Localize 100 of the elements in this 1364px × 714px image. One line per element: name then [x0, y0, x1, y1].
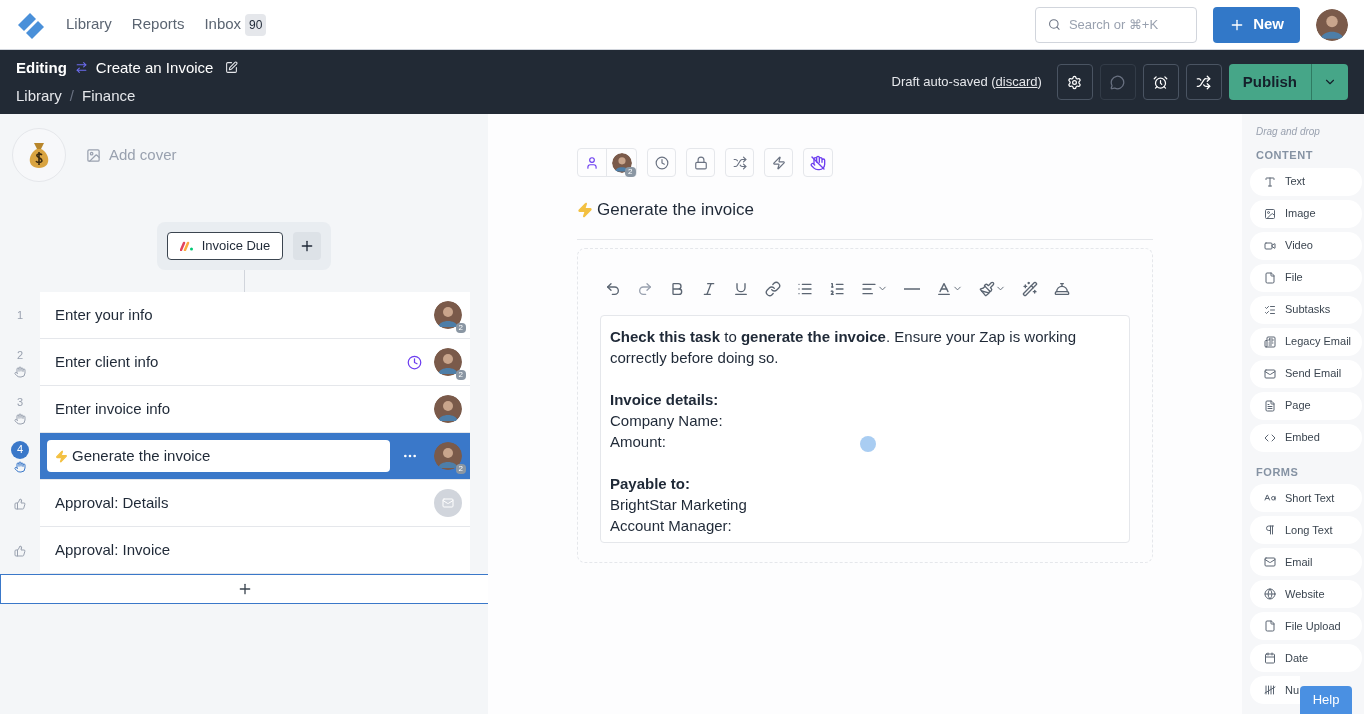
content-line: BrightStar Marketing — [610, 494, 747, 515]
breadcrumb-separator: / — [69, 86, 75, 106]
palette-item-label: Nu — [1285, 682, 1300, 698]
envelope-icon — [1264, 556, 1276, 568]
automation-button[interactable] — [764, 148, 793, 177]
breadcrumb-link[interactable]: Finance — [82, 85, 136, 108]
palette-item-label: Video — [1285, 238, 1313, 254]
globe-icon — [1264, 588, 1276, 600]
palette-item-label: Page — [1285, 398, 1311, 414]
palette-item-label: Website — [1285, 586, 1325, 602]
palette-item-label: Email — [1285, 554, 1313, 570]
palette-item-label: File — [1285, 270, 1303, 286]
discard-link[interactable]: discard — [995, 74, 1038, 90]
add-step-button[interactable] — [0, 574, 489, 604]
palette-item[interactable]: Short Text — [1250, 484, 1362, 512]
palette-item[interactable]: File — [1250, 263, 1362, 292]
underline-icon — [733, 280, 749, 297]
permissions-button[interactable] — [686, 148, 715, 177]
workflow-icon — [74, 61, 88, 75]
palette-item[interactable]: Long Text — [1250, 516, 1362, 544]
page-icon — [1264, 399, 1276, 412]
nav-link[interactable]: Reports — [131, 13, 185, 36]
text-icon — [1264, 175, 1276, 188]
nav-link[interactable]: Inbox 90 — [204, 13, 267, 36]
editing-label: Editing — [16, 57, 67, 78]
search-input[interactable]: Search or ⌘+K — [1068, 14, 1185, 35]
step-row[interactable]: Enter your info 2 — [40, 292, 470, 339]
envelope-icon — [1264, 367, 1276, 380]
comment-icon — [1110, 74, 1126, 90]
palette-item[interactable]: Subtasks — [1250, 295, 1362, 324]
palette-item-label: Text — [1285, 174, 1306, 190]
content-line: Account Manager: — [610, 515, 732, 536]
palette-item-label: Image — [1285, 206, 1316, 222]
lightning-icon — [55, 449, 68, 463]
nav-link[interactable]: Library — [66, 13, 112, 36]
palette-item[interactable]: Embed — [1250, 423, 1362, 452]
step-row[interactable]: Generate the invoice 2 — [40, 433, 470, 480]
draft-status: Draft auto-saved (discard) — [891, 73, 1042, 92]
shuffle-button[interactable] — [1185, 64, 1222, 100]
settings-button[interactable] — [1056, 64, 1093, 100]
hand-off-icon — [810, 154, 826, 171]
due-date-button[interactable] — [647, 148, 676, 177]
letter-icon — [1264, 492, 1276, 504]
content-editor[interactable]: Check this task to generate the invoice. Ensure your Zap is working correctly before doing so. Invoice details: Company Name: Amount: Payable to: BrightStar Marketing Account Manager: — [600, 314, 1130, 543]
palette-item[interactable]: Website — [1250, 580, 1362, 608]
redo-icon — [637, 280, 653, 297]
palette-item[interactable]: Email — [1250, 548, 1362, 576]
palette-item[interactable]: Image — [1250, 199, 1362, 228]
palette-item[interactable]: Nu — [1250, 676, 1300, 704]
palette-item[interactable]: Video — [1250, 231, 1362, 260]
new-button[interactable]: New — [1213, 6, 1300, 43]
palette-item[interactable]: Text — [1250, 167, 1362, 196]
avatar — [434, 395, 462, 423]
add-trigger-button[interactable] — [293, 232, 322, 260]
clock-icon — [654, 155, 669, 170]
palette-item-label: Send Email — [1285, 366, 1342, 382]
step-row[interactable]: Approval: Invoice — [40, 527, 470, 574]
palette-section-title: FORMS — [1255, 464, 1300, 480]
palette-item[interactable]: Page — [1250, 391, 1362, 420]
lightning-icon — [577, 201, 593, 218]
magic-wand-icon — [1022, 280, 1038, 297]
step-title: Enter your info — [55, 304, 154, 325]
trigger-chip[interactable]: Invoice Due — [166, 232, 284, 260]
step-title-field[interactable]: Generate the invoice — [47, 440, 390, 472]
undo-icon — [605, 280, 621, 297]
palette-item-label: Subtasks — [1285, 302, 1331, 318]
reminder-button[interactable] — [1142, 64, 1179, 100]
step-row[interactable]: Approval: Details — [40, 480, 470, 527]
palette-item[interactable]: Send Email — [1250, 359, 1362, 388]
thumbs-up-icon — [14, 544, 26, 557]
avatar — [434, 442, 462, 470]
shuffle-icon — [732, 155, 747, 170]
file-icon — [1264, 620, 1276, 632]
palette-item-label: Date — [1285, 650, 1309, 666]
step-row[interactable]: Enter invoice info — [40, 386, 470, 433]
lock-icon — [693, 155, 708, 170]
step-title: Approval: Details — [55, 492, 170, 513]
publish-button[interactable]: Publish — [1228, 64, 1312, 100]
logic-button[interactable] — [725, 148, 754, 177]
palette-item-label: Short Text — [1285, 490, 1335, 506]
thumbs-up-icon — [14, 497, 26, 510]
tally-icon — [1264, 684, 1276, 696]
count-badge: 90 — [245, 13, 267, 36]
step-row[interactable]: Enter client info 2 — [40, 339, 470, 386]
palette-item[interactable]: Date — [1250, 644, 1362, 672]
numbered-list-icon — [829, 280, 845, 297]
settings-icon — [1067, 74, 1083, 90]
section-heading: Invoice details: — [610, 389, 720, 410]
stop-button[interactable] — [803, 148, 833, 177]
user-icon — [585, 155, 599, 170]
step-number: 3 — [16, 395, 24, 411]
calendar-icon — [1264, 652, 1276, 664]
search-field[interactable]: Search or ⌘+K — [1035, 6, 1198, 43]
breadcrumb-link[interactable]: Library — [16, 85, 62, 108]
edit-icon[interactable] — [225, 61, 239, 75]
palette-item[interactable]: File Upload — [1250, 612, 1362, 640]
logo[interactable] — [16, 10, 46, 39]
link-icon — [765, 280, 781, 297]
count-badge: 2 — [455, 464, 466, 474]
palette-item[interactable]: Legacy Email — [1250, 327, 1362, 356]
